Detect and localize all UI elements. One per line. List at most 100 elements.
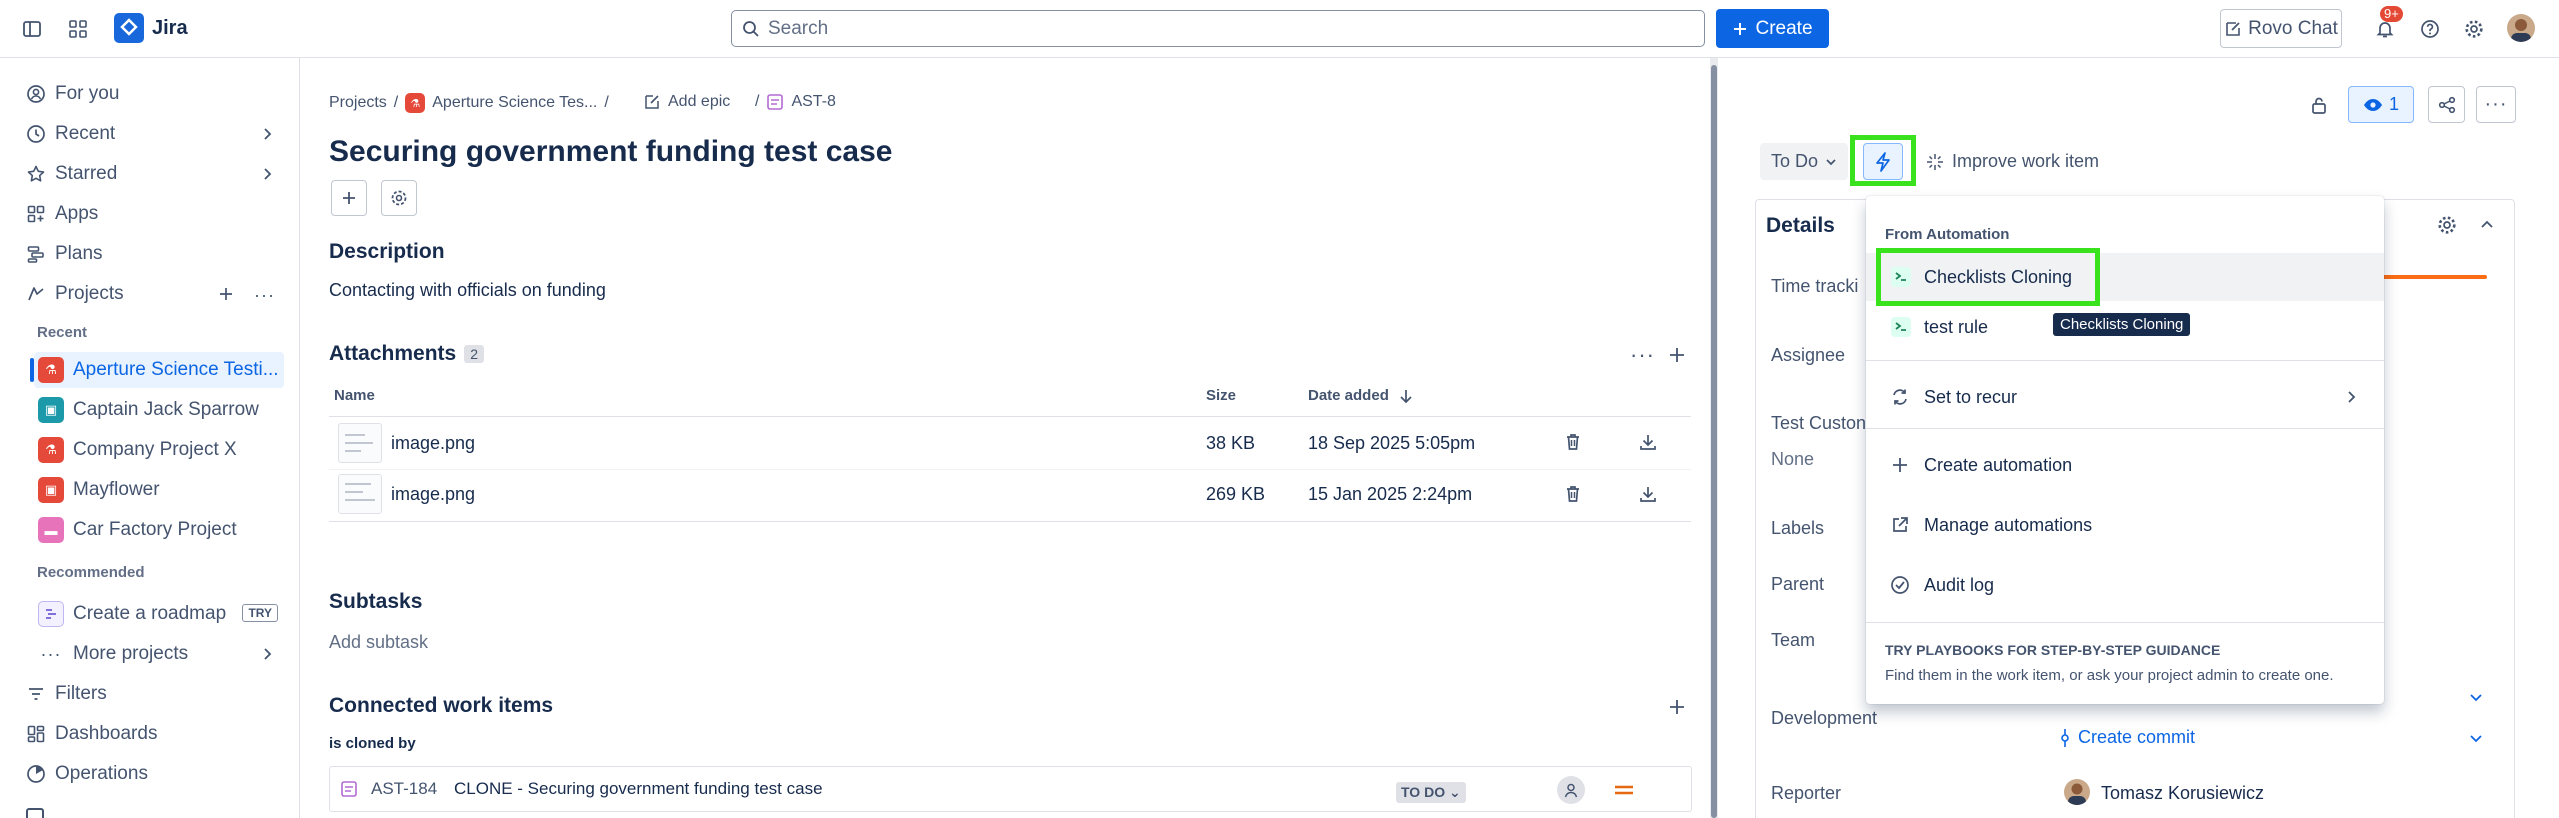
- table-bottom-divider: [329, 521, 1691, 522]
- linked-item-row[interactable]: AST-184 CLONE - Securing government fund…: [329, 766, 1692, 812]
- description-text[interactable]: Contacting with officials on funding: [329, 280, 606, 301]
- roadmap-icon: [38, 601, 64, 627]
- attachment-date: 15 Jan 2025 2:24pm: [1308, 484, 1473, 504]
- sidebar-item-dashboards[interactable]: Dashboards: [22, 716, 284, 752]
- chevron-down-icon[interactable]: [2469, 690, 2483, 704]
- add-subtask-link[interactable]: Add subtask: [329, 632, 428, 653]
- project-label: Mayflower: [73, 479, 160, 500]
- status-label: TO DO: [1401, 784, 1446, 800]
- download-icon[interactable]: [1638, 432, 1658, 452]
- trash-icon[interactable]: [1563, 484, 1583, 504]
- settings-gear-icon[interactable]: [2462, 17, 2486, 41]
- search-field[interactable]: [768, 17, 1704, 40]
- col-date-label: Date added: [1308, 387, 1389, 404]
- time-tracking-bar[interactable]: [2380, 275, 2487, 279]
- linked-item-summary[interactable]: CLONE - Securing government funding test…: [454, 779, 823, 799]
- add-button[interactable]: [331, 180, 367, 216]
- attachment-name[interactable]: image.png: [391, 484, 475, 505]
- rovo-chat-button[interactable]: Rovo Chat: [2220, 9, 2342, 48]
- sidebar-project-mayflower[interactable]: ▣ Mayflower: [34, 472, 284, 508]
- sidebar-item-apps[interactable]: Apps: [22, 196, 284, 232]
- share-button[interactable]: [2428, 86, 2465, 123]
- attachments-more-icon[interactable]: ···: [1630, 342, 1655, 368]
- create-button[interactable]: Create: [1716, 9, 1829, 48]
- status-lozenge[interactable]: TO DO ⌄: [1396, 782, 1466, 803]
- sidebar-item-for-you[interactable]: For you: [22, 76, 284, 112]
- project-label: Company Project X: [73, 439, 237, 460]
- sidebar-more-projects[interactable]: ··· More projects: [34, 636, 284, 672]
- menu-item-manage-automations[interactable]: Manage automations: [1866, 501, 2384, 549]
- chevron-up-icon[interactable]: [2480, 218, 2494, 232]
- sidebar-item-operations[interactable]: Operations: [22, 756, 284, 792]
- menu-item-set-to-recur[interactable]: Set to recur: [1866, 373, 2384, 421]
- test-custom-value[interactable]: None: [1771, 449, 1814, 470]
- breadcrumb-projects[interactable]: Projects: [329, 94, 387, 112]
- add-project-plus-icon[interactable]: [218, 286, 234, 302]
- chevron-down-icon[interactable]: [2469, 731, 2483, 745]
- trash-icon[interactable]: [1563, 432, 1583, 452]
- sidebar-project-car-factory[interactable]: ▬ Car Factory Project: [34, 512, 284, 548]
- linked-item-key[interactable]: AST-184: [371, 779, 437, 799]
- add-attachment-plus-icon[interactable]: [1668, 346, 1686, 364]
- menu-item-audit-log[interactable]: Audit log: [1866, 561, 2384, 609]
- status-label: To Do: [1770, 151, 1819, 171]
- more-actions-button[interactable]: ···: [2476, 86, 2516, 123]
- col-date[interactable]: Date added: [1308, 387, 1413, 404]
- details-settings-gear-icon[interactable]: [2437, 215, 2457, 235]
- sidebar-project-company-x[interactable]: ⚗ Company Project X: [34, 432, 284, 468]
- unassigned-avatar-icon[interactable]: [1557, 776, 1585, 804]
- sidebar-toggle-icon[interactable]: [20, 17, 44, 41]
- user-avatar[interactable]: [2507, 14, 2535, 42]
- sidebar-item-projects[interactable]: Projects ···: [22, 276, 284, 312]
- page-title[interactable]: Securing government funding test case: [329, 135, 892, 169]
- sidebar-item-starred[interactable]: Starred: [22, 156, 284, 192]
- attachment-name[interactable]: image.png: [391, 433, 475, 454]
- priority-medium-icon: [1614, 784, 1634, 796]
- search-input[interactable]: [731, 10, 1705, 47]
- automation-rule-icon: [1890, 316, 1912, 338]
- col-size[interactable]: Size: [1206, 387, 1236, 404]
- more-options-icon[interactable]: ···: [254, 285, 275, 306]
- project-label: Aperture Science Testi...: [73, 359, 279, 380]
- watch-count: 1: [2388, 94, 2399, 114]
- watch-button[interactable]: 1: [2348, 86, 2414, 123]
- breadcrumb-issue[interactable]: / AST-8: [755, 93, 836, 111]
- scrollbar-thumb[interactable]: [1711, 65, 1717, 818]
- lock-button[interactable]: [2302, 86, 2336, 123]
- commit-icon: [2060, 728, 2070, 748]
- menu-item-create-automation[interactable]: Create automation: [1866, 441, 2384, 489]
- details-heading[interactable]: Details: [1766, 214, 1835, 238]
- sidebar-item-plans[interactable]: Plans: [22, 236, 284, 272]
- sidebar-create-roadmap[interactable]: Create a roadmap TRY: [34, 596, 284, 632]
- create-commit-label: Create commit: [2078, 727, 2196, 747]
- recent-heading: Recent: [37, 324, 88, 341]
- sidebar-item-recent[interactable]: Recent: [22, 116, 284, 152]
- create-commit-link[interactable]: Create commit: [2060, 727, 2195, 748]
- sidebar-item-filters[interactable]: Filters: [22, 676, 284, 712]
- sidebar-item-label: For you: [55, 83, 120, 104]
- breadcrumb-epic[interactable]: Add epic: [643, 93, 730, 111]
- add-link-plus-icon[interactable]: [1668, 698, 1686, 716]
- download-icon[interactable]: [1638, 484, 1658, 504]
- star-icon: [26, 164, 46, 184]
- eye-icon: [2363, 98, 2383, 112]
- jira-logo-icon[interactable]: [114, 13, 144, 43]
- reporter-label: Reporter: [1771, 783, 1842, 803]
- sidebar-project-captain-jack[interactable]: ▣ Captain Jack Sparrow: [34, 392, 284, 428]
- sidebar-project-aperture[interactable]: ⚗ Aperture Science Testi...: [34, 352, 284, 388]
- improve-work-item-button[interactable]: Improve work item: [1920, 143, 2105, 180]
- help-icon[interactable]: [2418, 17, 2442, 41]
- sidebar-item-label: Recent: [55, 123, 116, 144]
- project-avatar-icon: ▬: [38, 517, 64, 543]
- breadcrumb-project[interactable]: Aperture Science Tes...: [432, 94, 597, 112]
- sidebar-item-label: Operations: [55, 763, 148, 784]
- app-switcher-icon[interactable]: [66, 17, 90, 41]
- create-automation-label: Create automation: [1924, 454, 2073, 475]
- reporter-value[interactable]: Tomasz Korusiewicz: [2101, 783, 2264, 804]
- status-dropdown[interactable]: To Do: [1760, 143, 1848, 180]
- automation-button[interactable]: [1863, 143, 1903, 180]
- app-name[interactable]: Jira: [152, 17, 188, 40]
- apps-button[interactable]: [381, 180, 417, 216]
- col-name[interactable]: Name: [334, 387, 375, 404]
- reporter-avatar[interactable]: [2064, 779, 2090, 805]
